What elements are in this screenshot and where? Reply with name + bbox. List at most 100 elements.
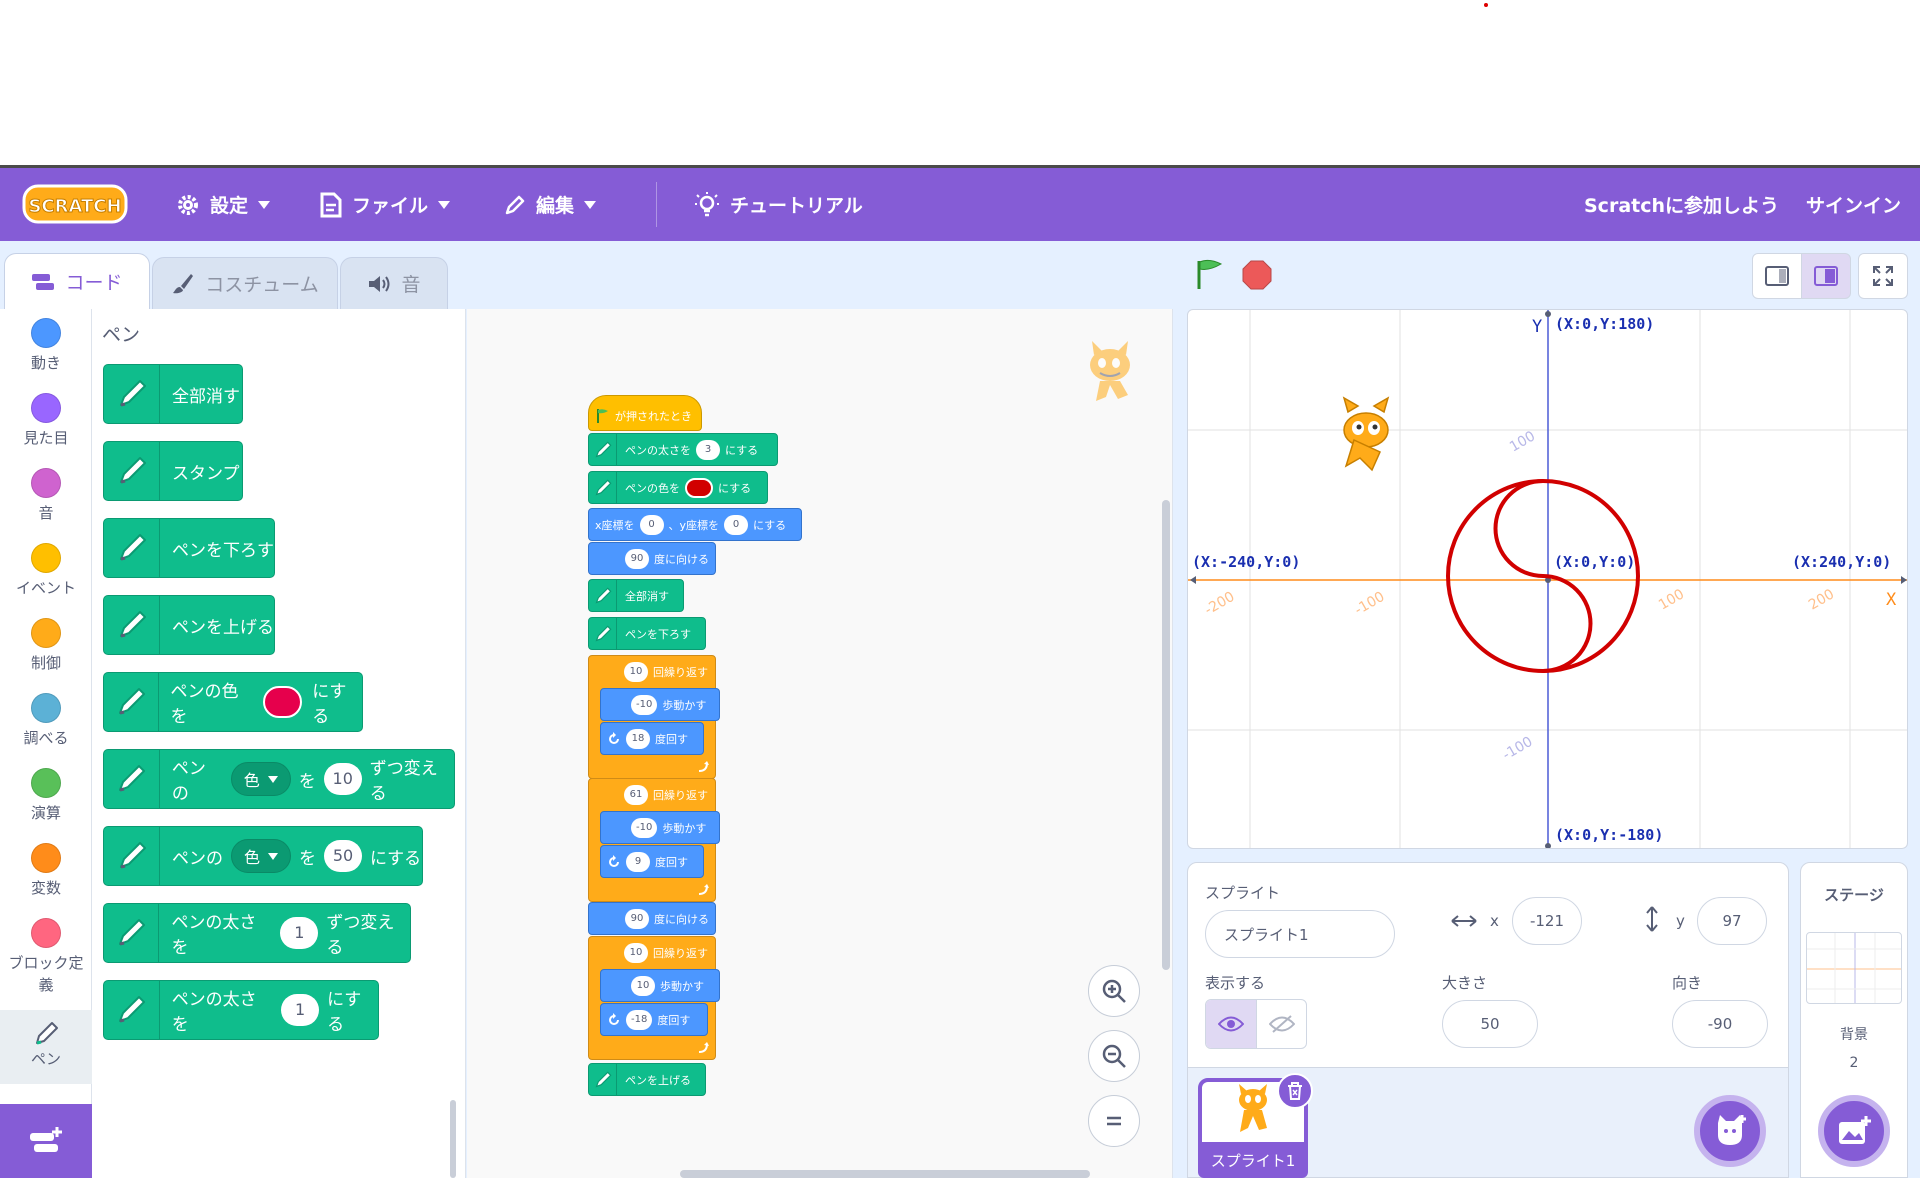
green-flag-button[interactable]	[1192, 258, 1226, 292]
file-label: ファイル	[352, 195, 429, 217]
block-set-pen-size[interactable]: ペンの太さを 3 にする	[588, 433, 778, 466]
stage-canvas[interactable]: Y X (X:0,Y:180) (X:0,Y:-180) (X:-240,Y:0…	[1187, 309, 1908, 849]
block-point-in-direction[interactable]: 90 度に向ける	[588, 542, 716, 575]
small-stage-button[interactable]	[1752, 253, 1802, 299]
block-set-pen-color[interactable]: ペンの色を にする	[588, 471, 768, 504]
block-set-pen-size[interactable]: ペンの太さを 1 にする	[103, 980, 379, 1040]
script-horizontal-scrollbar[interactable]	[680, 1170, 1090, 1178]
zoom-out-button[interactable]	[1088, 1030, 1140, 1082]
delete-sprite-button[interactable]	[1277, 1073, 1313, 1109]
x-position-input[interactable]: -121	[1512, 897, 1582, 945]
value-input[interactable]: 1	[280, 917, 319, 949]
script-area[interactable]	[467, 309, 1173, 1178]
pen-param-dropdown[interactable]: 色	[230, 762, 291, 796]
block-pen-up[interactable]: ペンを上げる	[588, 1063, 706, 1096]
add-backdrop-button[interactable]	[1818, 1095, 1890, 1167]
hide-button[interactable]	[1256, 1000, 1306, 1048]
tutorials-button[interactable]: チュートリアル	[694, 168, 863, 241]
stop-button[interactable]	[1240, 258, 1274, 292]
script-vertical-scrollbar[interactable]	[1162, 500, 1170, 970]
value-input[interactable]: 10	[631, 975, 655, 996]
value-input[interactable]: 90	[625, 548, 649, 569]
block-turn-degrees[interactable]: 9 度回す	[600, 845, 704, 878]
block-change-pen-size[interactable]: ペンの太さを 1 ずつ変える	[103, 903, 411, 963]
value-input[interactable]: 90	[625, 908, 649, 929]
tick-y-100: 100	[1507, 428, 1538, 455]
sign-in-link[interactable]: サインイン	[1806, 168, 1901, 241]
tab-sounds[interactable]: 音	[340, 257, 448, 309]
block-pen-clear[interactable]: 全部消す	[103, 364, 243, 424]
category-control[interactable]: 制御	[0, 618, 92, 692]
value-input[interactable]: 61	[624, 784, 648, 805]
stage-thumbnail[interactable]	[1806, 932, 1902, 1004]
scratch-logo[interactable]: SCRATCH	[22, 182, 128, 226]
color-picker-swatch[interactable]	[685, 477, 713, 498]
zoom-in-button[interactable]	[1088, 965, 1140, 1017]
value-input[interactable]: -18	[626, 1009, 653, 1030]
block-set-pen-param[interactable]: ペンの 色 を 50 にする	[103, 826, 423, 886]
value-input[interactable]: -10	[631, 817, 658, 838]
file-menu[interactable]: ファイル	[320, 168, 451, 241]
value-input[interactable]: 10	[624, 942, 648, 963]
category-pen[interactable]: ペン	[0, 1010, 92, 1084]
value-input[interactable]: -10	[631, 694, 658, 715]
category-sensing[interactable]: 調べる	[0, 693, 92, 767]
block-turn-degrees[interactable]: 18 度回す	[600, 722, 704, 755]
block-pen-clear[interactable]: 全部消す	[588, 579, 684, 612]
tab-code[interactable]: コード	[4, 253, 150, 309]
value-input[interactable]: 10	[624, 661, 648, 682]
block-move-steps[interactable]: -10 歩動かす	[600, 688, 720, 721]
category-my-blocks[interactable]: ブロック定義	[0, 918, 92, 1008]
category-events[interactable]: イベント	[0, 543, 92, 617]
block-label: 回繰り返す	[653, 946, 708, 960]
direction-input[interactable]: -90	[1672, 1000, 1768, 1048]
y-position-input[interactable]: 97	[1697, 897, 1767, 945]
sprite-cat-icon[interactable]	[1342, 396, 1390, 472]
block-move-steps[interactable]: -10 歩動かす	[600, 811, 720, 844]
block-set-pen-color[interactable]: ペンの色を にする	[103, 672, 363, 732]
normal-stage-button[interactable]	[1801, 253, 1851, 299]
zoom-reset-button[interactable]	[1088, 1095, 1140, 1147]
block-point-in-direction[interactable]: 90 度に向ける	[588, 902, 716, 935]
pen-param-dropdown[interactable]: 色	[231, 839, 292, 873]
value-input[interactable]: 18	[626, 728, 650, 749]
block-pen-down[interactable]: ペンを下ろす	[588, 617, 706, 650]
category-sound[interactable]: 音	[0, 468, 92, 542]
value-input[interactable]: 50	[324, 840, 363, 872]
y-input[interactable]: 0	[724, 514, 749, 535]
show-button[interactable]	[1206, 1000, 1256, 1048]
block-pen-down[interactable]: ペンを下ろす	[103, 518, 275, 578]
join-scratch-link[interactable]: Scratchに参加しよう	[1584, 168, 1779, 241]
rotate-icon	[609, 731, 619, 744]
palette-scrollbar[interactable]	[450, 1100, 456, 1178]
add-sprite-cat-icon	[1718, 1115, 1746, 1145]
category-looks[interactable]: 見た目	[0, 393, 92, 467]
block-pen-stamp[interactable]: スタンプ	[103, 441, 243, 501]
value-input[interactable]: 9	[626, 851, 650, 872]
value-input[interactable]: 3	[696, 439, 720, 460]
value-input[interactable]: 10	[323, 763, 362, 795]
settings-menu[interactable]: 設定	[176, 168, 271, 241]
fullscreen-button[interactable]	[1858, 253, 1908, 299]
x-input[interactable]: 0	[639, 514, 664, 535]
category-operators[interactable]: 演算	[0, 768, 92, 842]
sprite-name-input[interactable]: スプライト1	[1205, 910, 1395, 958]
pen-icon	[104, 364, 160, 424]
block-pen-up[interactable]: ペンを上げる	[103, 595, 275, 655]
edit-menu[interactable]: 編集	[504, 168, 597, 241]
add-extension-button[interactable]	[0, 1104, 92, 1178]
block-move-steps[interactable]: 10 歩動かす	[600, 969, 720, 1002]
tab-costumes[interactable]: コスチューム	[152, 257, 338, 309]
block-turn-degrees[interactable]: -18 度回す	[600, 1003, 708, 1036]
add-sprite-button[interactable]	[1694, 1095, 1766, 1167]
block-when-flag-clicked[interactable]: が押されたとき	[588, 395, 702, 431]
dropdown-value: 色	[243, 771, 260, 790]
category-variables[interactable]: 変数	[0, 843, 92, 917]
color-picker-swatch[interactable]	[263, 686, 303, 718]
block-go-to-xy[interactable]: x座標を 0 、y座標を 0 にする	[588, 508, 802, 541]
block-change-pen-param[interactable]: ペンの 色 を 10 ずつ変える	[103, 749, 455, 809]
size-input[interactable]: 50	[1442, 1000, 1538, 1048]
block-label: にする	[370, 848, 422, 869]
category-motion[interactable]: 動き	[0, 318, 92, 392]
value-input[interactable]: 1	[281, 994, 320, 1026]
